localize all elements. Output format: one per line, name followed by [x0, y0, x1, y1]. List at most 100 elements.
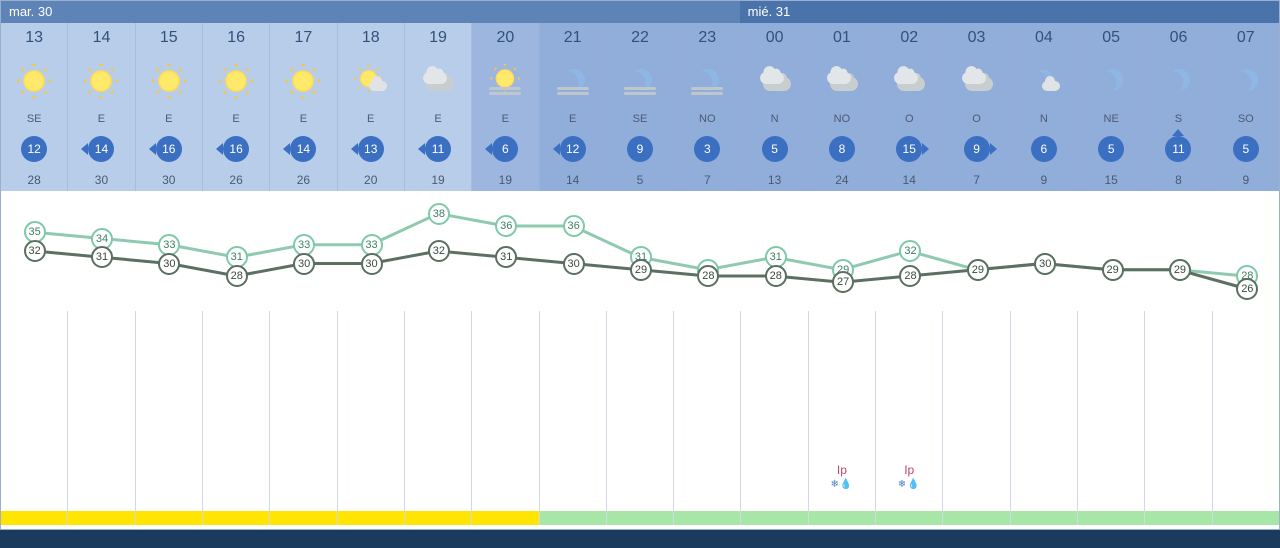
hour-column-bottom: [1078, 311, 1145, 525]
temp-low-node: 28: [697, 265, 719, 287]
wind-speed-value: 12: [21, 136, 47, 162]
temp-high-node: 33: [158, 234, 180, 256]
temperature-lines: [1, 191, 1279, 311]
hour-column-bottom: [1145, 311, 1212, 525]
wind-speed-value: 12: [560, 136, 586, 162]
temp-low-node: 29: [630, 259, 652, 281]
wind-arrow-icon: [81, 143, 88, 155]
wind-gust-value: 13: [741, 169, 807, 191]
risk-bar: [943, 511, 1009, 525]
hour-label: 05: [1078, 23, 1144, 53]
wind-gust-value: 7: [674, 169, 740, 191]
temp-low-node: 29: [1102, 259, 1124, 281]
wind-speed-value: 9: [964, 136, 990, 162]
sun-cloud-icon: [351, 61, 391, 101]
weather-icon-cell: [270, 53, 336, 109]
wind-gust-value: 14: [876, 169, 942, 191]
wind-speed-cell: 9: [607, 129, 673, 169]
wind-arrow-icon: [990, 143, 997, 155]
moon-icon: [1091, 61, 1131, 101]
hour-column: 00N513: [741, 23, 808, 191]
hour-column-bottom: [1, 311, 68, 525]
precip-cell: [540, 461, 606, 511]
wind-speed-cell: 5: [741, 129, 807, 169]
wind-direction: N: [1011, 109, 1077, 129]
weather-icon-cell: [607, 53, 673, 109]
weather-icon-cell: [1145, 53, 1211, 109]
wind-speed-cell: 14: [270, 129, 336, 169]
hour-column: 01NO824: [809, 23, 876, 191]
temp-high-node: 29: [832, 259, 854, 281]
wind-gust-value: 30: [68, 169, 134, 191]
temp-low-node: 27: [832, 271, 854, 293]
temp-low-node: 30: [293, 253, 315, 275]
risk-bar: [270, 511, 336, 525]
wind-direction: E: [270, 109, 336, 129]
wind-direction: E: [338, 109, 404, 129]
weather-icon-cell: [1011, 53, 1077, 109]
wind-arrow-icon: [922, 143, 929, 155]
hour-column: 07SO59: [1213, 23, 1279, 191]
hour-column: 03O97: [943, 23, 1010, 191]
sun-haze-icon: [485, 61, 525, 101]
wind-speed-cell: 6: [1011, 129, 1077, 169]
wind-speed-cell: 3: [674, 129, 740, 169]
risk-bar: [1011, 511, 1077, 525]
wind-gust-value: 20: [338, 169, 404, 191]
clouds-icon: [755, 61, 795, 101]
temp-low-node: 26: [1236, 278, 1258, 300]
precip-cell: [741, 461, 807, 511]
wind-speed-cell: 16: [203, 129, 269, 169]
temp-low-node: 28: [765, 265, 787, 287]
risk-bar: [1145, 511, 1211, 525]
wind-direction: NO: [674, 109, 740, 129]
hour-column: 22SE95: [607, 23, 674, 191]
precip-cell: [674, 461, 740, 511]
risk-bar: [405, 511, 471, 525]
wind-speed-value: 16: [156, 136, 182, 162]
sun-icon: [14, 61, 54, 101]
hour-column: 06S118: [1145, 23, 1212, 191]
wind-speed-value: 5: [1233, 136, 1259, 162]
wind-gust-value: 19: [472, 169, 538, 191]
wind-gust-value: 26: [270, 169, 336, 191]
weather-icon-cell: [1, 53, 67, 109]
wind-speed-cell: 5: [1078, 129, 1144, 169]
wind-speed-value: 16: [223, 136, 249, 162]
hour-column-bottom: [136, 311, 203, 525]
temp-high-node: 35: [24, 221, 46, 243]
wind-direction: O: [876, 109, 942, 129]
temp-low-node: 30: [158, 253, 180, 275]
hour-column: 15E1630: [136, 23, 203, 191]
wind-gust-value: 26: [203, 169, 269, 191]
wind-gust-value: 9: [1011, 169, 1077, 191]
wind-speed-cell: 15: [876, 129, 942, 169]
hour-column-bottom: Ip❄💧: [809, 311, 876, 525]
hour-label: 23: [674, 23, 740, 53]
wind-arrow-icon: [216, 143, 223, 155]
risk-bar: [607, 511, 673, 525]
temp-high-node: 31: [765, 246, 787, 268]
weather-icon-cell: [876, 53, 942, 109]
risk-bar: [876, 511, 942, 525]
hour-column-bottom: [338, 311, 405, 525]
temp-high-node: 33: [293, 234, 315, 256]
temp-high-node: 29: [1102, 259, 1124, 281]
hour-label: 22: [607, 23, 673, 53]
wind-speed-value: 5: [1098, 136, 1124, 162]
precip-label: Ip: [876, 463, 942, 477]
wind-speed-value: 11: [425, 136, 451, 162]
sun-icon: [216, 61, 256, 101]
wind-speed-cell: 11: [1145, 129, 1211, 169]
wind-speed-cell: 13: [338, 129, 404, 169]
weather-icon-cell: [1078, 53, 1144, 109]
weather-icon-cell: [405, 53, 471, 109]
moon-cloud-icon: [1024, 61, 1064, 101]
hour-label: 18: [338, 23, 404, 53]
wind-gust-value: 9: [1213, 169, 1279, 191]
hour-column-bottom: [741, 311, 808, 525]
hour-columns-bottom: Ip❄💧Ip❄💧: [1, 311, 1279, 525]
hour-column: 20E619: [472, 23, 539, 191]
precip-icon: ❄💧: [876, 479, 942, 490]
hour-column: 17E1426: [270, 23, 337, 191]
